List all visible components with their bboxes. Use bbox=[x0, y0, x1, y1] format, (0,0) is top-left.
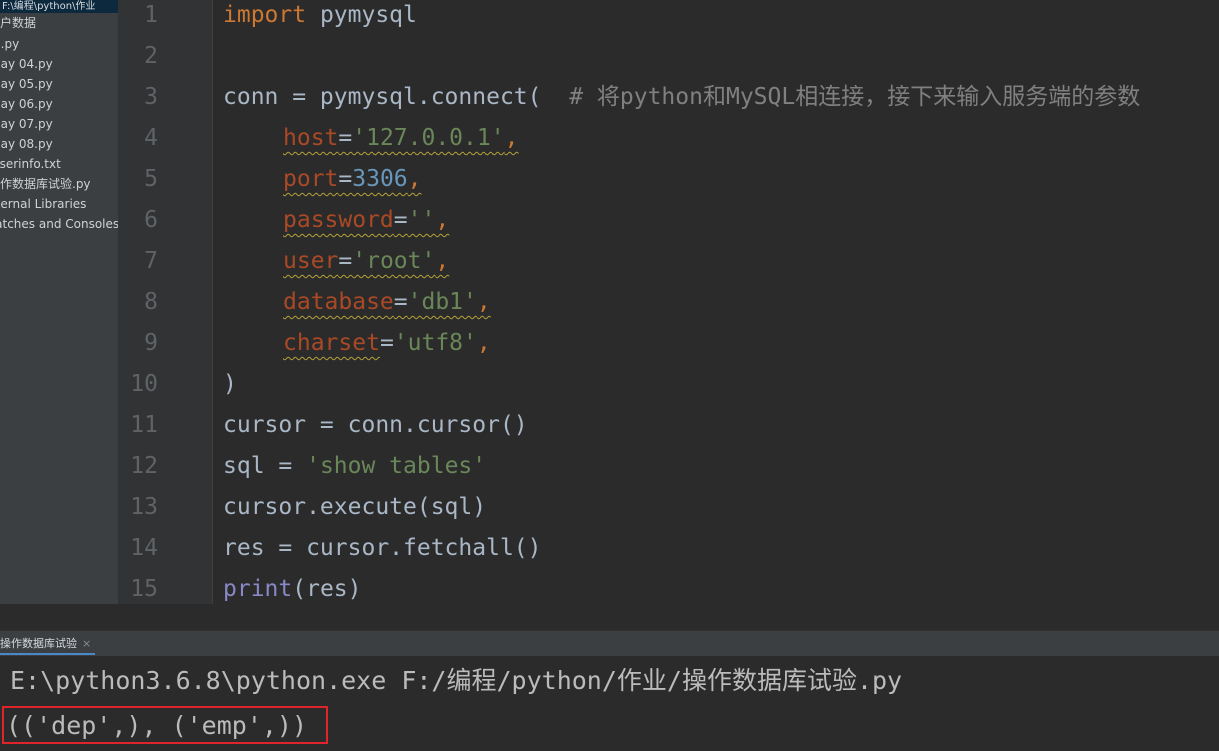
tree-item-file[interactable]: userinfo.txt bbox=[0, 154, 61, 174]
operator-eq: = bbox=[393, 289, 408, 315]
tree-item-file-current[interactable]: 操作数据库试验.py bbox=[0, 174, 91, 194]
param-charset: charset bbox=[283, 330, 380, 356]
run-console-output[interactable]: E:\python3.6.8\python.exe F:/编程/python/作… bbox=[0, 656, 1219, 751]
code-line-3[interactable]: conn = pymysql.connect( # 将python和MySQL相… bbox=[223, 77, 1140, 118]
code-line-8[interactable]: database='db1', bbox=[223, 282, 491, 323]
code-line-4[interactable]: host='127.0.0.1', bbox=[223, 118, 518, 159]
string-literal: 'utf8' bbox=[393, 330, 477, 356]
string-literal: '' bbox=[407, 207, 436, 233]
result-highlight-box bbox=[2, 706, 328, 744]
string-literal: 'root' bbox=[352, 248, 436, 274]
line-number: 6 bbox=[144, 207, 158, 233]
line-number: 2 bbox=[144, 43, 158, 69]
tree-item-external-libraries[interactable]: External Libraries bbox=[0, 194, 86, 214]
line-number: 10 bbox=[130, 371, 158, 397]
code-text: pymysql bbox=[306, 2, 417, 28]
run-tab[interactable]: 操作数据库试验 × bbox=[0, 635, 96, 655]
close-icon[interactable]: × bbox=[82, 637, 91, 650]
code-line-10[interactable]: ) bbox=[223, 364, 237, 405]
param-database: database bbox=[283, 289, 394, 315]
code-line-11[interactable]: cursor = conn.cursor() bbox=[223, 405, 528, 446]
line-number: 13 bbox=[130, 494, 158, 520]
code-text: (res) bbox=[292, 576, 362, 602]
comma: , bbox=[435, 207, 450, 233]
tree-item-file[interactable]: day 05.py bbox=[0, 74, 53, 94]
run-tab-label: 操作数据库试验 bbox=[0, 637, 77, 650]
tree-item-folder-userdata[interactable]: 用户数据 bbox=[0, 13, 36, 33]
comma: , bbox=[504, 125, 519, 151]
code-line-14[interactable]: res = cursor.fetchall() bbox=[223, 528, 542, 569]
operator-eq: = bbox=[379, 330, 394, 356]
string-literal: 'show tables' bbox=[306, 453, 487, 479]
project-sidebar: F:\编程\python\作业 用户数据 1.py day 04.py day … bbox=[0, 0, 118, 630]
string-literal: '127.0.0.1' bbox=[352, 125, 505, 151]
comma: , bbox=[476, 330, 491, 356]
code-comment: # 将python和MySQL相连接，接下来输入服务端的参数 bbox=[541, 84, 1141, 110]
line-number: 15 bbox=[130, 576, 158, 602]
builtin-print: print bbox=[223, 576, 293, 602]
line-number: 5 bbox=[144, 166, 158, 192]
tree-item-file[interactable]: day 06.py bbox=[0, 94, 53, 114]
line-number: 8 bbox=[144, 289, 158, 315]
string-literal: 'db1' bbox=[407, 289, 477, 315]
operator-eq: = bbox=[338, 248, 353, 274]
param-host: host bbox=[283, 125, 339, 151]
operator-eq: = bbox=[393, 207, 408, 233]
line-number: 14 bbox=[130, 535, 158, 561]
param-port: port bbox=[283, 166, 339, 192]
line-number: 4 bbox=[144, 125, 158, 151]
code-line-15[interactable]: print(res) bbox=[223, 569, 362, 604]
comma: , bbox=[435, 248, 450, 274]
line-number-gutter: 1 2 3 4 5 6 7 8 9 10 11 12 13 14 15 bbox=[118, 0, 212, 604]
code-line-13[interactable]: cursor.execute(sql) bbox=[223, 487, 486, 528]
line-number: 12 bbox=[130, 453, 158, 479]
tree-item-file[interactable]: day 08.py bbox=[0, 134, 53, 154]
operator-eq: = bbox=[338, 125, 353, 151]
code-text: conn = pymysql.connect( bbox=[223, 84, 542, 110]
line-number: 11 bbox=[130, 412, 158, 438]
tree-item-file[interactable]: day 07.py bbox=[0, 114, 53, 134]
code-line-12[interactable]: sql = 'show tables' bbox=[223, 446, 486, 487]
gutter-divider bbox=[212, 0, 213, 604]
run-tab-bar: 操作数据库试验 × bbox=[0, 630, 1219, 656]
comma: , bbox=[476, 289, 491, 315]
code-line-1[interactable]: import pymysql bbox=[223, 0, 417, 36]
editor-bottom-gap bbox=[0, 604, 1219, 630]
number-literal: 3306 bbox=[352, 166, 408, 192]
line-number: 1 bbox=[144, 2, 158, 28]
line-number: 7 bbox=[144, 248, 158, 274]
comma: , bbox=[407, 166, 422, 192]
param-user: user bbox=[283, 248, 339, 274]
tree-item-file[interactable]: 1.py bbox=[0, 34, 19, 54]
code-line-7[interactable]: user='root', bbox=[223, 241, 449, 282]
line-number: 9 bbox=[144, 330, 158, 356]
param-password: password bbox=[283, 207, 394, 233]
operator-eq: = bbox=[338, 166, 353, 192]
tree-item-scratches[interactable]: Scratches and Consoles bbox=[0, 214, 118, 234]
code-line-6[interactable]: password='', bbox=[223, 200, 449, 241]
console-command-line: E:\python3.6.8\python.exe F:/编程/python/作… bbox=[10, 666, 903, 695]
keyword-import: import bbox=[223, 2, 307, 28]
code-text: sql = bbox=[223, 453, 307, 479]
tree-item-file[interactable]: day 04.py bbox=[0, 54, 53, 74]
code-line-5[interactable]: port=3306, bbox=[223, 159, 422, 200]
code-line-9[interactable]: charset='utf8', bbox=[223, 323, 491, 364]
code-editor[interactable]: 1 2 3 4 5 6 7 8 9 10 11 12 13 14 15 impo… bbox=[118, 0, 1219, 604]
project-root-path[interactable]: F:\编程\python\作业 bbox=[0, 0, 118, 13]
line-number: 3 bbox=[144, 84, 158, 110]
